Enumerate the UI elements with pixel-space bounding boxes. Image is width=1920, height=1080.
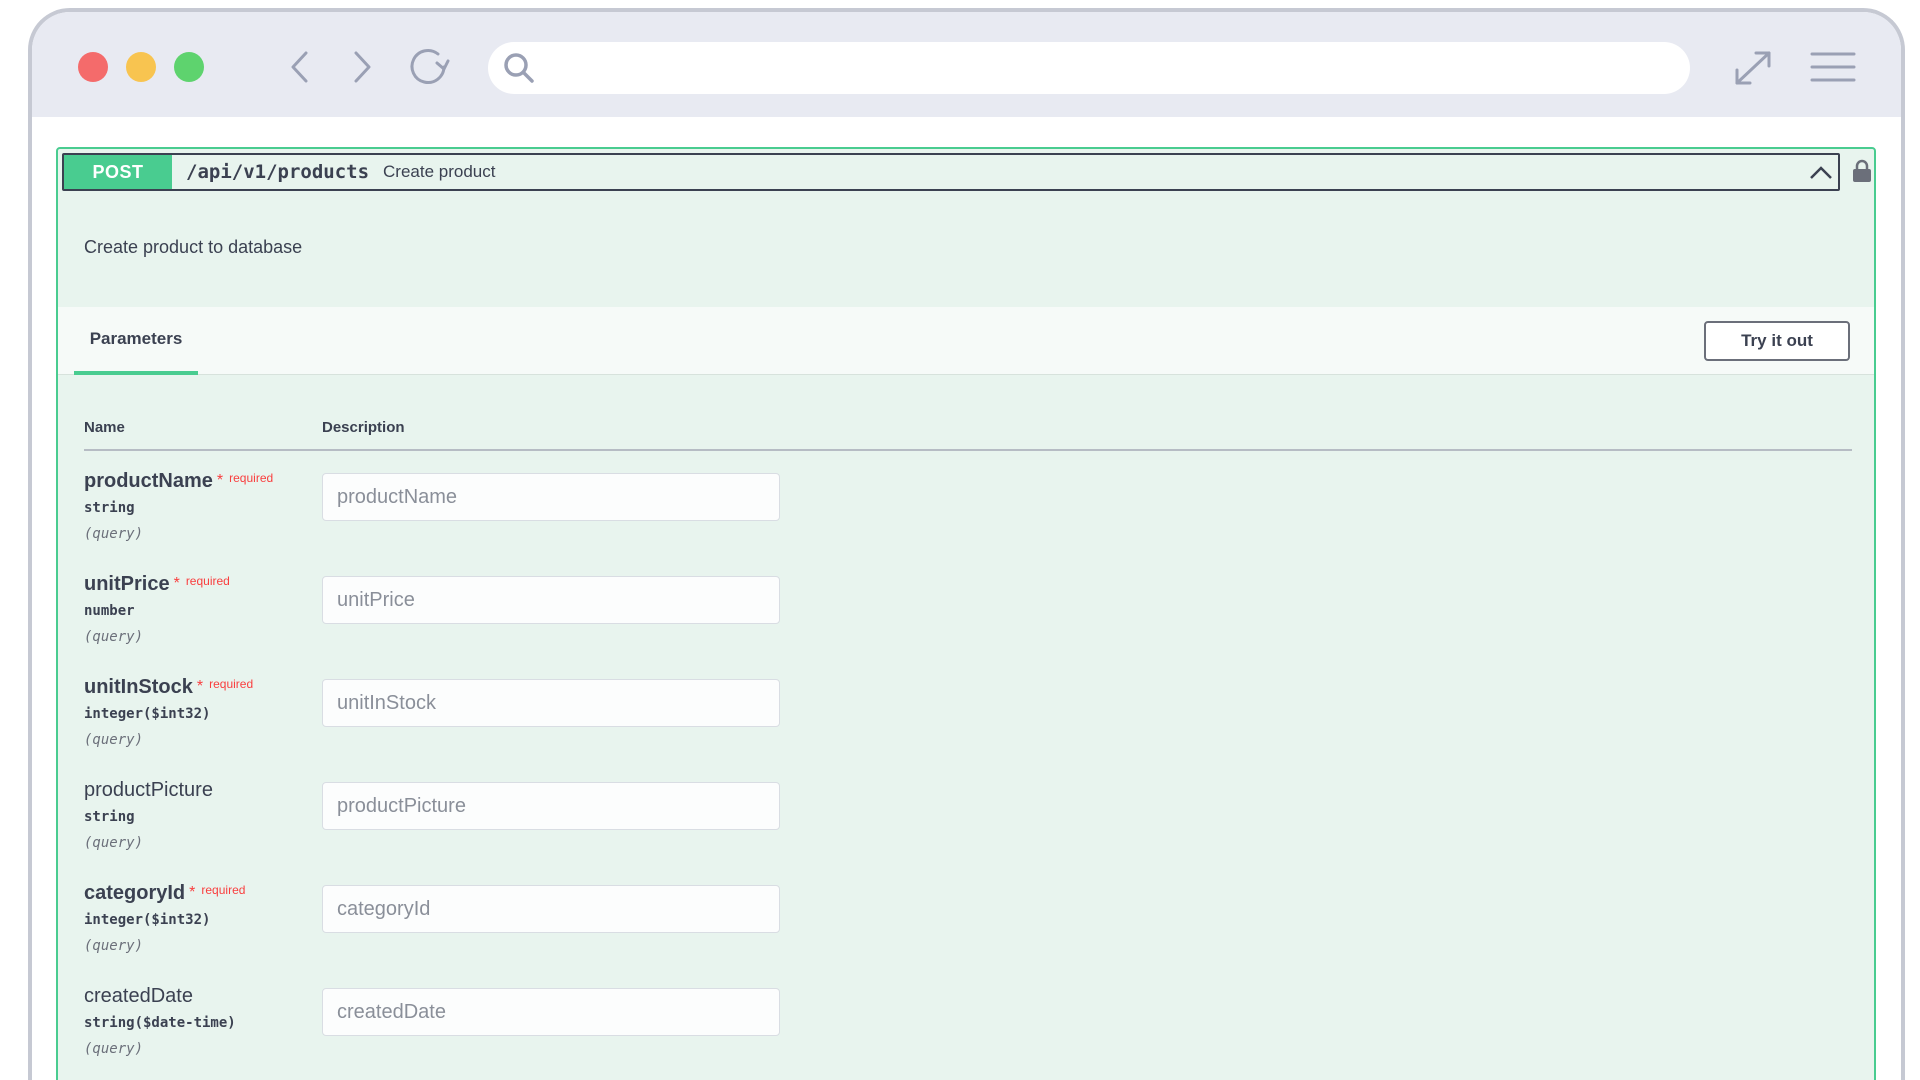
- parameter-location: (query): [84, 1041, 144, 1057]
- required-label: required: [201, 883, 246, 897]
- address-bar[interactable]: [488, 42, 1690, 94]
- unitPrice-input[interactable]: [322, 576, 780, 624]
- close-window-button[interactable]: [78, 52, 108, 82]
- required-star: *: [173, 575, 180, 592]
- lock-icon: [1853, 159, 1871, 182]
- required-label: required: [229, 471, 274, 485]
- operation-path: /api/v1/products: [186, 161, 370, 183]
- operation-description: Create product to database: [84, 237, 303, 257]
- menu-icon: [1810, 52, 1856, 82]
- parameter-row: categoryId * required integer($int32) (que…: [84, 881, 1852, 981]
- required-star: *: [216, 472, 224, 489]
- parameter-name: createdDate: [84, 985, 193, 1007]
- parameters-header: Parameters Try it out: [58, 307, 1874, 375]
- parameter-location: (query): [84, 938, 144, 954]
- operation-block: POST /api/v1/products Create product Cre…: [56, 147, 1876, 1080]
- parameter-name: categoryId: [84, 882, 186, 904]
- required-star: *: [189, 884, 196, 901]
- browser-window: POST /api/v1/products Create product Cre…: [28, 8, 1905, 1080]
- forward-button[interactable]: [342, 47, 382, 87]
- chevron-up-icon: [1810, 166, 1832, 179]
- authorize-lock-button[interactable]: [1852, 159, 1872, 188]
- required-star: *: [196, 678, 204, 695]
- column-header-description: Description: [322, 419, 405, 436]
- try-it-out-button[interactable]: Try it out: [1704, 321, 1850, 361]
- parameter-row: productName * required string (query): [84, 469, 1852, 569]
- expand-icon: [1735, 51, 1771, 85]
- page-content: POST /api/v1/products Create product Cre…: [32, 117, 1901, 1080]
- forward-icon: [354, 51, 371, 83]
- http-method-badge: POST: [64, 155, 172, 189]
- unitInStock-input[interactable]: [322, 679, 780, 727]
- parameter-location: (query): [84, 526, 144, 542]
- parameter-name: unitPrice: [84, 573, 170, 595]
- parameters-table-header: Name Description: [84, 419, 1852, 451]
- productPicture-input[interactable]: [322, 782, 780, 830]
- menu-button[interactable]: [1810, 50, 1856, 89]
- search-input[interactable]: [550, 48, 1690, 88]
- parameter-name: unitInStock: [84, 676, 193, 698]
- reload-icon: [410, 49, 450, 84]
- parameter-name: productName: [84, 470, 213, 492]
- maximize-window-button[interactable]: [174, 52, 204, 82]
- parameter-row: unitPrice * required number (query): [84, 572, 1852, 672]
- parameter-location: (query): [84, 629, 144, 645]
- browser-toolbar: [32, 12, 1901, 117]
- parameter-name: productPicture: [84, 779, 213, 801]
- createdDate-input[interactable]: [322, 988, 780, 1036]
- minimize-window-button[interactable]: [126, 52, 156, 82]
- required-label: required: [209, 677, 254, 691]
- search-icon: [504, 53, 534, 83]
- collapse-toggle[interactable]: [1808, 160, 1834, 186]
- parameter-location: (query): [84, 835, 144, 851]
- parameter-row: unitInStock * required integer($int32) (qu…: [84, 675, 1852, 775]
- back-icon: [291, 51, 308, 83]
- parameter-row: productPicture string (query): [84, 778, 1852, 878]
- back-button[interactable]: [280, 47, 320, 87]
- categoryId-input[interactable]: [322, 885, 780, 933]
- parameter-location: (query): [84, 732, 144, 748]
- tab-parameters[interactable]: Parameters: [74, 307, 198, 375]
- productName-input[interactable]: [322, 473, 780, 521]
- expand-button[interactable]: [1732, 48, 1774, 93]
- operation-summary-text: Create product: [383, 162, 496, 181]
- reload-button[interactable]: [402, 47, 454, 87]
- column-header-name: Name: [84, 419, 125, 436]
- operation-summary[interactable]: POST /api/v1/products Create product: [62, 153, 1840, 191]
- parameter-row: createdDate string($date-time) (query): [84, 984, 1852, 1080]
- required-label: required: [185, 574, 230, 588]
